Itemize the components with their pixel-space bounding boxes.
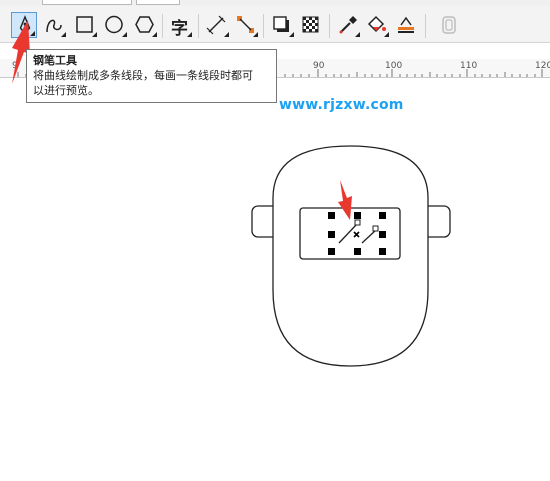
flyout-indicator	[355, 32, 360, 37]
toolbar-separator	[329, 14, 330, 38]
flyout-indicator	[289, 32, 294, 37]
polygon-tool-button[interactable]	[132, 12, 158, 38]
ellipse-tool-button[interactable]	[102, 12, 128, 38]
transparency-tool-button[interactable]	[298, 12, 324, 38]
toolbar-separator	[263, 14, 264, 38]
selection-handle[interactable]	[328, 248, 335, 255]
interactive-fill-tool-button[interactable]	[364, 12, 390, 38]
selection-handle[interactable]	[379, 212, 386, 219]
ruler-label: 100	[385, 61, 403, 71]
flyout-indicator	[152, 32, 157, 37]
smart-fill-icon	[398, 16, 414, 33]
checkerboard-icon	[302, 16, 319, 33]
text-tool-button[interactable]: 字	[167, 12, 193, 39]
property-field[interactable]	[42, 0, 132, 5]
red-arrow-icon	[338, 180, 352, 220]
flyout-indicator	[61, 32, 66, 37]
watermark: www.rjzxw.com	[279, 97, 404, 113]
tooltip-description: 将曲线绘制成多条线段，每画一条线段时都可	[33, 69, 253, 82]
tooltip-title: 钢笔工具	[33, 54, 77, 67]
flyout-indicator	[384, 32, 389, 37]
toolbar-separator	[425, 14, 426, 38]
ruler-label: 120	[535, 61, 550, 71]
rounded-rect-icon	[442, 16, 456, 34]
selection-handle[interactable]	[354, 248, 361, 255]
disabled-tool-button[interactable]	[436, 12, 462, 38]
drop-shadow-tool-button[interactable]	[269, 12, 295, 38]
eyedropper-tool-button[interactable]	[335, 12, 361, 38]
rectangle-tool-button[interactable]	[72, 12, 98, 38]
text-icon: 字	[171, 19, 188, 39]
smart-fill-tool-button[interactable]	[393, 12, 419, 38]
flyout-indicator	[92, 32, 97, 37]
flyout-indicator	[224, 32, 229, 37]
pen-tool-tooltip: 钢笔工具 将曲线绘制成多条线段，每画一条线段时都可 以进行预览。	[26, 49, 277, 103]
toolbar-separator	[198, 14, 199, 38]
selection-handle[interactable]	[379, 231, 386, 238]
bspline-tool-button[interactable]	[41, 12, 67, 38]
connector-tool-button[interactable]	[233, 12, 259, 38]
selection-handle[interactable]	[379, 248, 386, 255]
drawing-canvas[interactable]	[0, 78, 550, 481]
flyout-indicator	[187, 32, 192, 37]
property-field[interactable]	[136, 0, 180, 5]
tooltip-description: 以进行预览。	[33, 84, 99, 97]
node-handle[interactable]	[372, 225, 379, 232]
selection-handle[interactable]	[328, 231, 335, 238]
flyout-indicator	[253, 32, 258, 37]
flyout-indicator	[122, 32, 127, 37]
toolbox: 字	[0, 6, 550, 43]
ruler-label: 90	[313, 61, 325, 71]
ruler-label: 110	[460, 61, 478, 71]
toolbar-separator	[162, 14, 163, 38]
dimension-tool-button[interactable]	[204, 12, 230, 38]
